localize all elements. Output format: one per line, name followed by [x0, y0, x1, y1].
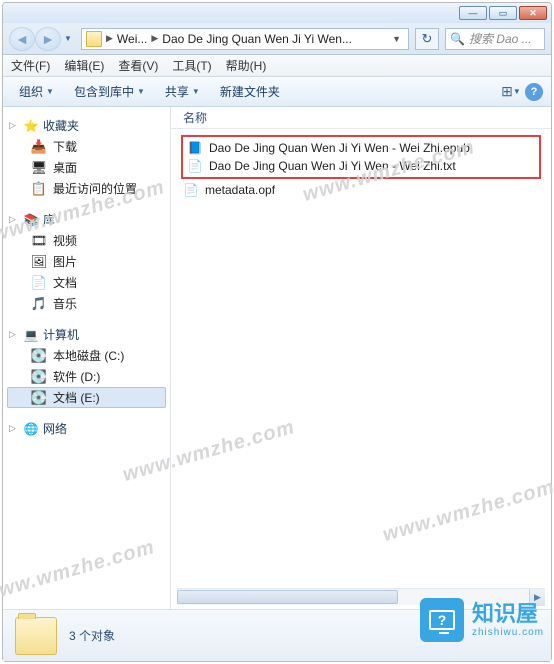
expand-icon: ▷	[9, 120, 19, 131]
title-bar: — ▭ ✕	[3, 3, 551, 23]
chevron-right-icon: ▶	[106, 33, 113, 44]
breadcrumb-dropdown[interactable]: ▼	[389, 34, 404, 44]
maximize-button[interactable]: ▭	[489, 6, 517, 20]
document-icon: 📄	[31, 275, 47, 291]
organize-button[interactable]: 组织▼	[11, 80, 62, 103]
text-file-icon: 📄	[187, 158, 203, 174]
menu-view[interactable]: 查看(V)	[118, 57, 158, 74]
explorer-window: — ▭ ✕ ◄ ► ▼ ▶ Wei... ▶ Dao De Jing Quan …	[2, 2, 552, 662]
file-row[interactable]: 📄metadata.opf	[181, 181, 541, 199]
music-icon: 🎵	[31, 296, 47, 312]
scrollbar-thumb[interactable]	[177, 590, 398, 604]
favorites-group: ▷ ⭐ 收藏夹 📥下载 🖥桌面 📋最近访问的位置	[7, 115, 166, 199]
computer-icon: 💻	[23, 327, 39, 343]
breadcrumb-seg[interactable]: Wei...	[117, 32, 147, 46]
library-icon: 📚	[23, 212, 39, 228]
file-row[interactable]: 📄Dao De Jing Quan Wen Ji Yi Wen - Wei Zh…	[185, 157, 537, 175]
folder-icon	[86, 31, 102, 47]
network-group: ▷ 🌐 网络	[7, 418, 166, 439]
chevron-down-icon: ▼	[46, 87, 54, 96]
file-list-pane: 名称 📘Dao De Jing Quan Wen Ji Yi Wen - Wei…	[171, 107, 551, 609]
minimize-button[interactable]: —	[459, 6, 487, 20]
menu-help[interactable]: 帮助(H)	[226, 57, 267, 74]
favorites-icon: ⭐	[23, 118, 39, 134]
nav-forward-button[interactable]: ►	[35, 27, 61, 51]
nav-back-button[interactable]: ◄	[9, 27, 35, 51]
body-area: ▷ ⭐ 收藏夹 📥下载 🖥桌面 📋最近访问的位置 ▷ 📚 库 🎞视频 🖼图片 📄…	[3, 107, 551, 609]
opf-file-icon: 📄	[183, 182, 199, 198]
video-icon: 🎞	[31, 233, 47, 249]
nav-history-button[interactable]: ▼	[61, 27, 75, 51]
search-placeholder: 搜索 Dao ...	[469, 30, 532, 47]
breadcrumb-seg[interactable]: Dao De Jing Quan Wen Ji Yi Wen...	[162, 32, 352, 46]
expand-icon: ▷	[9, 214, 19, 225]
computer-group: ▷ 💻 计算机 💽本地磁盘 (C:) 💽软件 (D:) 💽文档 (E:)	[7, 324, 166, 408]
annotation-highlight-box: 📘Dao De Jing Quan Wen Ji Yi Wen - Wei Zh…	[181, 135, 541, 179]
chevron-down-icon: ▼	[192, 87, 200, 96]
picture-icon: 🖼	[31, 254, 47, 270]
libraries-group: ▷ 📚 库 🎞视频 🖼图片 📄文档 🎵音乐	[7, 209, 166, 314]
menu-tools[interactable]: 工具(T)	[172, 57, 211, 74]
sidebar-item-drive-d[interactable]: 💽软件 (D:)	[7, 366, 166, 387]
object-count: 3 个对象	[69, 627, 115, 644]
sidebar-item-videos[interactable]: 🎞视频	[7, 230, 166, 251]
expand-icon: ▷	[9, 329, 19, 340]
sidebar-item-downloads[interactable]: 📥下载	[7, 136, 166, 157]
sidebar-item-drive-e[interactable]: 💽文档 (E:)	[7, 387, 166, 408]
menu-file[interactable]: 文件(F)	[11, 57, 50, 74]
sidebar-item-recent[interactable]: 📋最近访问的位置	[7, 178, 166, 199]
badge-en: zhishiwu.com	[472, 627, 544, 638]
file-row[interactable]: 📘Dao De Jing Quan Wen Ji Yi Wen - Wei Zh…	[185, 139, 537, 157]
downloads-icon: 📥	[31, 139, 47, 155]
navigation-pane: ▷ ⭐ 收藏夹 📥下载 🖥桌面 📋最近访问的位置 ▷ 📚 库 🎞视频 🖼图片 📄…	[3, 107, 171, 609]
zhishiwu-badge: ? 知识屋 zhishiwu.com	[420, 598, 544, 642]
include-in-library-button[interactable]: 包含到库中▼	[66, 80, 153, 103]
computer-header[interactable]: ▷ 💻 计算机	[7, 324, 166, 345]
help-button[interactable]: ?	[525, 83, 543, 101]
chevron-down-icon: ▼	[513, 87, 521, 96]
menu-bar: 文件(F) 编辑(E) 查看(V) 工具(T) 帮助(H)	[3, 55, 551, 77]
menu-edit[interactable]: 编辑(E)	[64, 57, 104, 74]
sidebar-item-pictures[interactable]: 🖼图片	[7, 251, 166, 272]
sidebar-item-music[interactable]: 🎵音乐	[7, 293, 166, 314]
new-folder-button[interactable]: 新建文件夹	[212, 80, 288, 103]
address-bar: ◄ ► ▼ ▶ Wei... ▶ Dao De Jing Quan Wen Ji…	[3, 23, 551, 55]
refresh-button[interactable]: ↻	[415, 28, 439, 50]
libraries-header[interactable]: ▷ 📚 库	[7, 209, 166, 230]
search-icon: 🔍	[450, 32, 465, 46]
search-input[interactable]: 🔍 搜索 Dao ...	[445, 28, 545, 50]
column-header-name[interactable]: 名称	[171, 107, 551, 129]
favorites-header[interactable]: ▷ ⭐ 收藏夹	[7, 115, 166, 136]
chevron-down-icon: ▼	[137, 87, 145, 96]
badge-cn: 知识屋	[472, 602, 544, 626]
sidebar-item-desktop[interactable]: 🖥桌面	[7, 157, 166, 178]
network-header[interactable]: ▷ 🌐 网络	[7, 418, 166, 439]
share-button[interactable]: 共享▼	[157, 80, 208, 103]
desktop-icon: 🖥	[31, 160, 47, 176]
recent-icon: 📋	[31, 181, 47, 197]
breadcrumb[interactable]: ▶ Wei... ▶ Dao De Jing Quan Wen Ji Yi We…	[81, 28, 409, 50]
epub-file-icon: 📘	[187, 140, 203, 156]
chevron-right-icon: ▶	[151, 33, 158, 44]
file-list[interactable]: 📘Dao De Jing Quan Wen Ji Yi Wen - Wei Zh…	[171, 129, 551, 588]
drive-icon: 💽	[31, 390, 47, 406]
drive-icon: 💽	[31, 348, 47, 364]
close-button[interactable]: ✕	[519, 6, 547, 20]
command-bar: 组织▼ 包含到库中▼ 共享▼ 新建文件夹 ⊞▼ ?	[3, 77, 551, 107]
expand-icon: ▷	[9, 423, 19, 434]
network-icon: 🌐	[23, 421, 39, 437]
view-options-button[interactable]: ⊞▼	[501, 82, 521, 102]
sidebar-item-drive-c[interactable]: 💽本地磁盘 (C:)	[7, 345, 166, 366]
drive-icon: 💽	[31, 369, 47, 385]
zhishiwu-logo-icon: ?	[420, 598, 464, 642]
sidebar-item-documents[interactable]: 📄文档	[7, 272, 166, 293]
folder-large-icon	[15, 617, 57, 655]
